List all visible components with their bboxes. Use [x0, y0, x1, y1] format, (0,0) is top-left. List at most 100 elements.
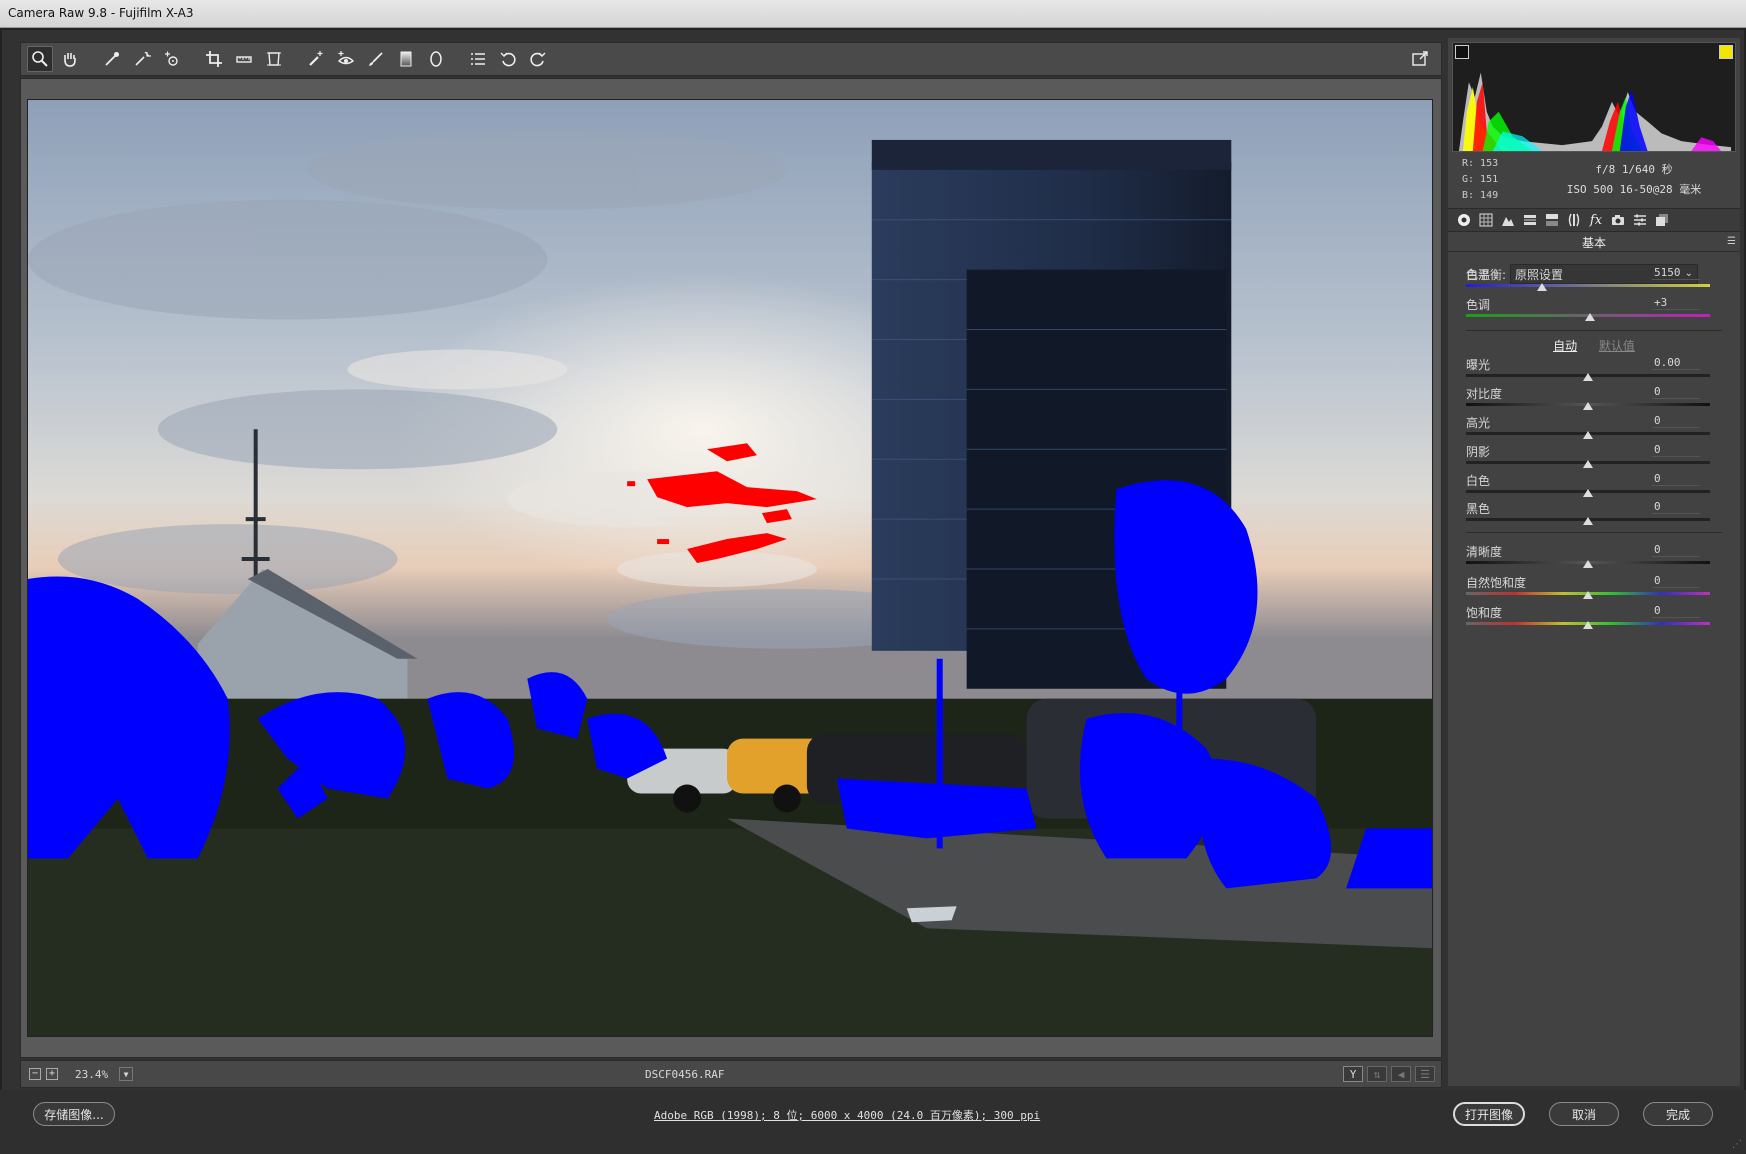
color-sampler-tool[interactable] — [129, 46, 155, 72]
arrow-left-icon: ◀ — [1397, 1067, 1405, 1081]
fullscreen-icon — [1412, 51, 1428, 66]
radial-filter-icon — [430, 51, 442, 67]
slider-saturation: 饱和度 0 — [1466, 604, 1710, 632]
slider-value[interactable]: +3 — [1652, 296, 1700, 310]
tab-tone-curve[interactable] — [1476, 210, 1496, 230]
straighten-tool[interactable] — [231, 46, 257, 72]
toolbar — [20, 42, 1442, 76]
slider-clarity: 清晰度 0 — [1466, 543, 1710, 571]
rotate-left-icon — [500, 52, 516, 67]
rotate-right-tool[interactable] — [525, 46, 551, 72]
transform-tool[interactable] — [261, 46, 287, 72]
slider-thumb[interactable] — [1583, 402, 1593, 410]
adjustment-brush-tool[interactable] — [363, 46, 389, 72]
tab-lens-corrections[interactable] — [1564, 210, 1584, 230]
resize-grip-icon[interactable]: ⋰ — [1732, 1139, 1742, 1150]
slider-value[interactable]: 0 — [1652, 385, 1700, 399]
auto-default-row: 自动 默认值 — [1448, 337, 1740, 354]
fullscreen-toggle[interactable] — [1407, 46, 1433, 72]
slider-thumb[interactable] — [1583, 621, 1593, 629]
radial-filter-tool[interactable] — [423, 46, 449, 72]
before-after-toggle[interactable]: Y — [1343, 1066, 1363, 1082]
divider — [1466, 330, 1722, 331]
toggle-settings-button[interactable]: ☰ — [1415, 1066, 1435, 1082]
preferences-tool[interactable] — [465, 46, 491, 72]
photo-canvas — [28, 100, 1432, 1036]
white-balance-tool[interactable] — [99, 46, 125, 72]
tab-detail[interactable] — [1498, 210, 1518, 230]
panel-menu-icon[interactable]: ☰ — [1727, 236, 1736, 247]
slider-value[interactable]: 0 — [1652, 500, 1700, 514]
slider-thumb[interactable] — [1583, 460, 1593, 468]
tab-camera-calibration[interactable] — [1608, 210, 1628, 230]
graduated-filter-tool[interactable] — [393, 46, 419, 72]
save-image-button[interactable]: 存储图像... — [33, 1102, 115, 1126]
camera-icon — [1612, 215, 1624, 225]
exif-info: f/8 1/640 秒 ISO 500 16-50@28 毫米 — [1544, 160, 1724, 200]
highlight-clipping-toggle[interactable] — [1719, 45, 1733, 59]
slider-value[interactable]: 0 — [1652, 443, 1700, 457]
slider-thumb[interactable] — [1583, 489, 1593, 497]
tab-snapshots[interactable] — [1652, 210, 1672, 230]
shadow-clipping-toggle[interactable] — [1455, 45, 1469, 59]
slider-value[interactable]: 0.00 — [1652, 356, 1700, 370]
workflow-options-link[interactable]: Adobe RGB (1998); 8 位; 6000 x 4000 (24.0… — [654, 1107, 1040, 1123]
slider-thumb[interactable] — [1536, 283, 1547, 291]
default-button[interactable]: 默认值 — [1599, 339, 1635, 353]
chevron-down-icon: ▼ — [123, 1069, 129, 1079]
readout-g: G: 151 — [1462, 174, 1499, 185]
tab-hsl[interactable] — [1520, 210, 1540, 230]
slider-thumb[interactable] — [1583, 431, 1593, 439]
slider-thumb[interactable] — [1583, 591, 1593, 599]
hand-tool[interactable] — [57, 46, 83, 72]
hand-icon — [64, 53, 76, 67]
slider-contrast: 对比度 0 — [1466, 385, 1710, 413]
targeted-adjust-tool[interactable] — [159, 46, 185, 72]
slider-value[interactable]: 0 — [1652, 543, 1700, 557]
tab-presets[interactable] — [1630, 210, 1650, 230]
zoom-tool[interactable] — [27, 46, 53, 72]
zoom-icon — [32, 51, 48, 67]
slider-value[interactable]: 5150 — [1652, 266, 1700, 280]
slider-value[interactable]: 0 — [1652, 604, 1700, 618]
slider-label: 清晰度 — [1466, 545, 1503, 559]
rotate-left-tool[interactable] — [495, 46, 521, 72]
divider — [1466, 532, 1722, 533]
view-buttons: Y ⇅ ◀ ☰ — [1343, 1066, 1435, 1082]
slider-label: 黑色 — [1466, 502, 1491, 516]
red-eye-tool[interactable] — [333, 46, 359, 72]
tab-effects[interactable]: fx — [1586, 210, 1606, 230]
crop-tool[interactable] — [201, 46, 227, 72]
slider-thumb[interactable] — [1583, 373, 1593, 381]
zoom-level[interactable]: 23.4% — [75, 1068, 119, 1081]
color-sampler-icon — [135, 51, 151, 66]
zoom-out-button[interactable]: − — [29, 1068, 41, 1080]
slider-thumb[interactable] — [1583, 517, 1593, 525]
slider-vibrance: 自然饱和度 0 — [1466, 574, 1710, 602]
auto-button[interactable]: 自动 — [1553, 339, 1577, 353]
swap-settings-button[interactable]: ⇅ — [1367, 1066, 1387, 1082]
image-preview[interactable] — [27, 99, 1433, 1037]
exif-aperture-shutter: f/8 1/640 秒 — [1595, 163, 1673, 176]
zoom-in-button[interactable]: + — [46, 1068, 58, 1080]
copy-settings-button[interactable]: ◀ — [1391, 1066, 1411, 1082]
spot-removal-icon — [309, 51, 323, 66]
tab-basic[interactable] — [1454, 210, 1474, 230]
open-image-button[interactable]: 打开图像 — [1453, 1102, 1525, 1126]
slider-label: 曝光 — [1466, 358, 1491, 372]
slider-label: 饱和度 — [1466, 606, 1503, 620]
slider-highlights: 高光 0 — [1466, 414, 1710, 442]
tab-split-toning[interactable] — [1542, 210, 1562, 230]
slider-thumb[interactable] — [1585, 313, 1596, 321]
slider-value[interactable]: 0 — [1652, 574, 1700, 588]
done-button[interactable]: 完成 — [1643, 1102, 1713, 1126]
spot-removal-tool[interactable] — [303, 46, 329, 72]
cancel-button[interactable]: 取消 — [1549, 1102, 1619, 1126]
window-title: Camera Raw 9.8 - Fujifilm X-A3 — [0, 0, 1746, 28]
slider-track[interactable] — [1466, 284, 1710, 287]
slider-value[interactable]: 0 — [1652, 414, 1700, 428]
slider-thumb[interactable] — [1583, 560, 1593, 568]
slider-value[interactable]: 0 — [1652, 472, 1700, 486]
zoom-dropdown[interactable]: ▼ — [119, 1067, 133, 1081]
preview-area[interactable] — [20, 78, 1442, 1058]
